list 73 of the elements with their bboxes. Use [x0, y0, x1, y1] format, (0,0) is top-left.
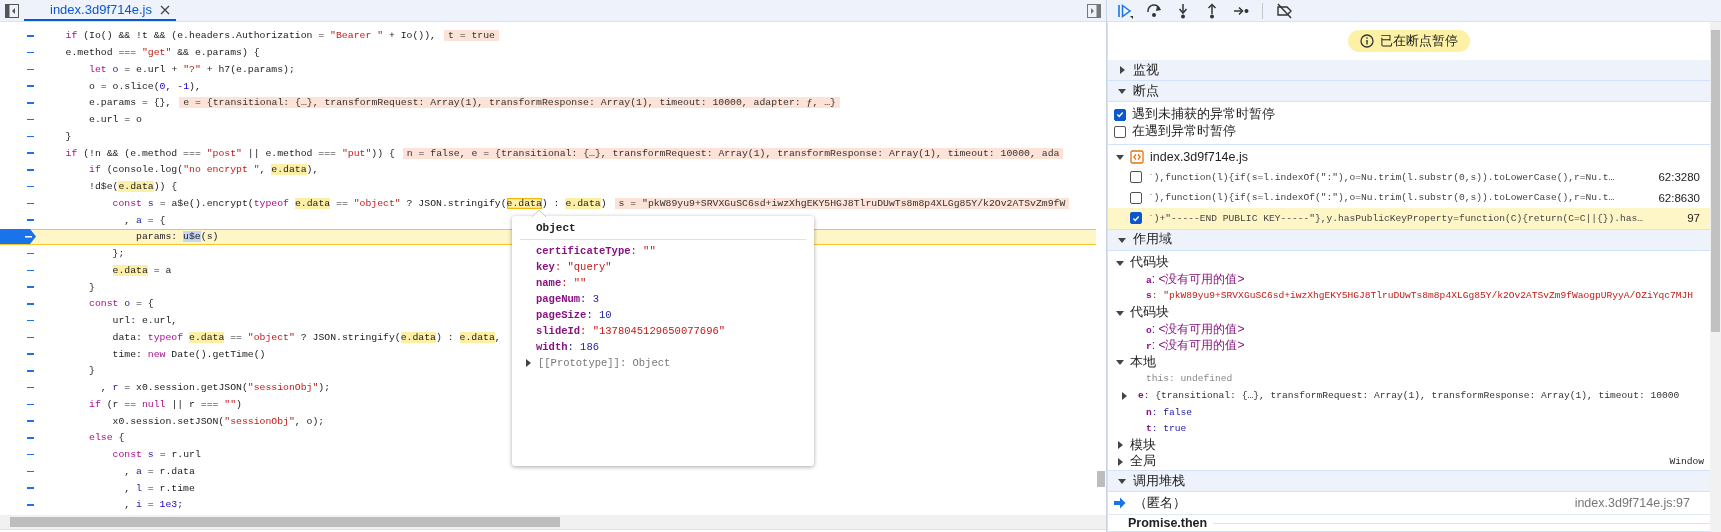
- section-header[interactable]: 监视: [1108, 60, 1710, 81]
- checkbox-label: 遇到未捕获的异常时暂停: [1132, 106, 1275, 123]
- scope-title[interactable]: 代码块: [1130, 304, 1169, 322]
- code-line: const s = r.url: [111, 449, 201, 461]
- file-tab[interactable]: index.3d9f714e.js: [24, 0, 176, 21]
- code-line: if (Io() && !t && (e.headers.Authorization = "Bearer " + Io()),: [64, 30, 436, 42]
- inline-value: t = true: [443, 30, 499, 42]
- code-line: , l = r.time: [123, 482, 195, 494]
- section-header[interactable]: 作用域: [1108, 229, 1710, 251]
- code-line: else {: [88, 432, 125, 444]
- code-line: x0.session.setJSON("sessionObj", o);: [111, 415, 325, 427]
- section-header[interactable]: 调用堆栈: [1108, 471, 1710, 493]
- code-line: e.url = o: [88, 114, 142, 126]
- code-line: , a = {: [123, 214, 166, 226]
- paused-status: 已在断点暂停: [1380, 32, 1458, 50]
- code-line: }: [64, 130, 72, 142]
- object-property: certificateType: "": [535, 244, 657, 259]
- code-line: , i = 1e3;: [123, 499, 184, 511]
- code-line: if (!n && (e.method === "post" || e.method === "put")) {: [64, 147, 395, 159]
- code-line: url: e.url,: [111, 315, 178, 327]
- object-property: pageNum: 3: [535, 292, 600, 307]
- call-frame[interactable]: （匿名）: [1134, 494, 1186, 512]
- code-line: if (r == null || r === ""): [88, 398, 242, 410]
- object-property: width: 186: [535, 340, 601, 355]
- code-line: o = o.slice(0, -1),: [88, 80, 201, 92]
- code-line: };: [111, 248, 125, 260]
- scope-variable: r: <没有可用的值>: [1146, 337, 1245, 355]
- scope-variable: this: undefined: [1146, 373, 1233, 385]
- inline-value: s = "pkW89yu9+SRVXGuSC6sd+iwzXhgEKY5HGJ8TlruDUwTs8m8p4XLGg85Y/k2Ov2ATSvZm9fW: [614, 197, 1070, 209]
- breakpoint-code[interactable]: `),function(l){if(s=l.indexOf(":"),o=Nu.trim(l.substr(0,s)).toLowerCase(),r=Nu.t…: [1148, 171, 1653, 183]
- code-line: const o = {: [88, 298, 154, 310]
- breakpoint-location: 97: [1687, 212, 1700, 225]
- inline-value: e = {transitional: {…}, transformRequest: Array(1), transformResponse: Array(1), timeout: 10000, adapter: ƒ, …}: [179, 97, 840, 109]
- scope-variable: t: true: [1146, 423, 1187, 435]
- code-line: time: new Date().getTime(): [111, 348, 266, 360]
- inline-value: n = false, e = {transitional: {…}, transformRequest: Array(1), transformResponse: Array(1), timeout: 10000, ada: [402, 147, 1064, 159]
- code-line: if (console.log("no encrypt ", e.data),: [88, 164, 319, 176]
- code-line: params: u$e(s): [135, 231, 219, 243]
- code-line: }: [88, 281, 95, 293]
- scope-variable: o: <没有可用的值>: [1146, 320, 1245, 338]
- breakpoint-code[interactable]: `)+"-----END PUBLIC KEY-----"},y.hasPublicKeyProperty=function(C){return(C=C||{}).has…: [1148, 212, 1682, 224]
- scope-title[interactable]: 本地: [1130, 353, 1156, 371]
- scope-title[interactable]: 全局: [1130, 453, 1156, 471]
- code-line: e.params = {},: [88, 97, 172, 109]
- popup-title: Object: [535, 222, 577, 236]
- scope-title[interactable]: 模块: [1130, 436, 1156, 454]
- scope-variable: e: {transitional: {…}, transformRequest: Array(1), transformResponse: Array(1), timeout: 10000: [1138, 390, 1680, 402]
- async-label: Promise.then: [1128, 516, 1208, 531]
- scope-title[interactable]: 代码块: [1130, 254, 1169, 272]
- breakpoint-code[interactable]: `),function(l){if(s=l.indexOf(":"),o=Nu.trim(l.substr(0,s)).toLowerCase(),r=Nu.t…: [1148, 192, 1653, 204]
- code-line: e.data = a: [111, 264, 172, 276]
- object-property: slideId: "1378045129650077696": [535, 324, 727, 339]
- code-line: let o = e.url + "?" + h7(e.params);: [88, 63, 295, 75]
- code-line: !d$e(e.data)) {: [88, 181, 178, 193]
- code-line: , a = r.data: [123, 465, 195, 477]
- scope-variable: n: false: [1146, 406, 1193, 418]
- breakpoint-location: 62:3280: [1658, 171, 1700, 184]
- section-header[interactable]: 断点: [1108, 81, 1710, 102]
- scope-value: Window: [1669, 456, 1704, 468]
- code-line: data: typeof e.data == "object" ? JSON.stringify(e.data) : e.data,: [111, 331, 501, 343]
- object-property: key: "query": [535, 260, 613, 275]
- frame-location[interactable]: index.3d9f714e.js:97: [1574, 496, 1690, 511]
- object-property: [[Prototype]]: Object: [538, 357, 671, 369]
- object-property: pageSize: 10: [535, 308, 613, 323]
- scope-variable: a: <没有可用的值>: [1146, 270, 1245, 288]
- object-property: name: "": [535, 276, 588, 291]
- checkbox-label: 在遇到异常时暂停: [1132, 123, 1236, 140]
- code-line: }: [88, 365, 95, 377]
- file-name[interactable]: index.3d9f714e.js: [1150, 150, 1248, 164]
- scope-variable: s: "pkW89yu9+SRVXGuSC6sd+iwzXhgEKY5HGJ8TlruDUwTs8m8p4XLGg85Y/k2Ov2ATSvZm9fWaogpURyyA/OZiYqc7MJH: [1146, 290, 1693, 302]
- code-line: e.method === "get" && e.params) {: [64, 47, 260, 59]
- breakpoint-location: 62:8630: [1658, 191, 1700, 204]
- code-line: , r = x0.session.getJSON("sessionObj");: [99, 382, 331, 394]
